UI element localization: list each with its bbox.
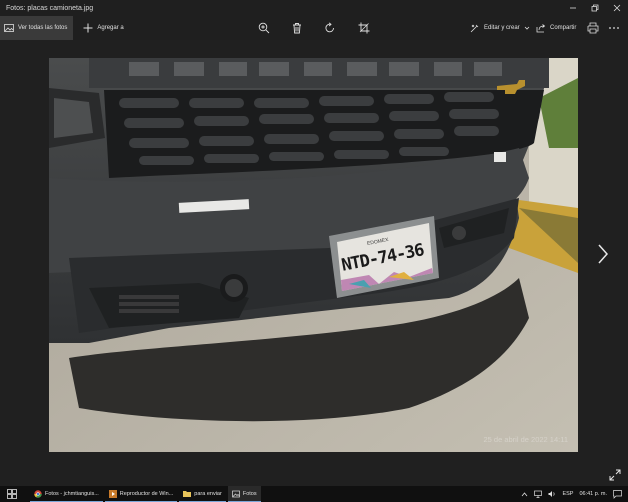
trash-icon bbox=[293, 23, 301, 34]
add-to-label: Agregar a bbox=[97, 25, 124, 31]
restore-button[interactable] bbox=[584, 0, 606, 16]
taskbar: Fotos - jchmtianguis... Reproductor de W… bbox=[0, 486, 628, 502]
photo-truck-plate: EDOMEX NTD-74-36 25 de abril de 2022 14:… bbox=[49, 58, 578, 452]
share-label: Compartir bbox=[550, 25, 577, 31]
plus-icon bbox=[83, 23, 93, 33]
crop-button[interactable] bbox=[356, 20, 372, 36]
taskbar-item-folder[interactable]: para enviar bbox=[179, 486, 226, 502]
zoom-in-icon bbox=[258, 22, 270, 34]
view-all-photos-label: Ver todas las fotos bbox=[18, 25, 68, 31]
print-icon bbox=[587, 22, 599, 34]
taskbar-item-label: Fotos bbox=[242, 490, 257, 497]
close-icon bbox=[613, 4, 621, 12]
window-title: Fotos: placas camioneta.jpg bbox=[6, 4, 94, 12]
add-to-button[interactable]: Agregar a bbox=[73, 23, 124, 33]
next-photo-button[interactable] bbox=[596, 243, 610, 265]
photos-icon bbox=[4, 24, 14, 32]
chrome-icon bbox=[34, 489, 42, 498]
minimize-button[interactable] bbox=[562, 0, 584, 16]
taskbar-item-label: Fotos - jchmtianguis... bbox=[45, 490, 99, 497]
share-icon bbox=[536, 24, 546, 33]
windows-icon bbox=[7, 489, 17, 499]
taskbar-item-photos[interactable]: Fotos bbox=[227, 486, 261, 502]
more-icon bbox=[609, 27, 619, 29]
rotate-button[interactable] bbox=[322, 20, 338, 36]
taskbar-item-label: para enviar bbox=[194, 490, 222, 497]
chevron-right-icon bbox=[598, 244, 609, 264]
view-all-photos-button[interactable]: Ver todas las fotos bbox=[0, 16, 74, 40]
minimize-icon bbox=[570, 7, 576, 9]
notifications-icon[interactable] bbox=[613, 489, 622, 499]
expand-icon bbox=[609, 469, 621, 481]
photos-app-icon bbox=[231, 490, 240, 497]
more-options-button[interactable] bbox=[606, 20, 622, 36]
edit-create-label: Editar y crear bbox=[484, 25, 520, 31]
toolbar: Ver todas las fotos Agregar a Editar y c… bbox=[0, 16, 628, 40]
fullscreen-button[interactable] bbox=[609, 468, 621, 481]
language-indicator[interactable]: ESP bbox=[562, 491, 573, 497]
network-icon[interactable] bbox=[534, 490, 543, 498]
edit-create-icon bbox=[470, 24, 479, 33]
window-controls bbox=[562, 0, 628, 16]
photo-date-stamp: 25 de abril de 2022 14:11 bbox=[483, 435, 568, 444]
taskbar-item-chrome[interactable]: Fotos - jchmtianguis... bbox=[30, 486, 103, 502]
share-button[interactable]: Compartir bbox=[536, 16, 576, 40]
chevron-up-icon[interactable] bbox=[521, 491, 528, 498]
start-button[interactable] bbox=[0, 486, 24, 502]
edit-create-button[interactable]: Editar y crear bbox=[470, 16, 530, 40]
close-button[interactable] bbox=[606, 0, 628, 16]
restore-icon bbox=[591, 4, 599, 12]
delete-button[interactable] bbox=[289, 20, 305, 36]
photo-viewer: EDOMEX NTD-74-36 25 de abril de 2022 14:… bbox=[0, 40, 628, 484]
volume-icon[interactable] bbox=[548, 490, 556, 498]
media-player-icon bbox=[108, 489, 117, 498]
print-button[interactable] bbox=[585, 20, 601, 36]
title-bar: Fotos: placas camioneta.jpg bbox=[0, 0, 628, 16]
crop-icon bbox=[358, 22, 370, 34]
rotate-icon bbox=[325, 22, 334, 33]
taskbar-item-media-player[interactable]: Reproductor de Win... bbox=[104, 486, 178, 502]
taskbar-item-label: Reproductor de Win... bbox=[119, 490, 174, 497]
clock[interactable]: 06:41 p. m. bbox=[579, 491, 607, 497]
folder-icon bbox=[183, 490, 192, 497]
zoom-button[interactable] bbox=[256, 20, 272, 36]
system-tray: ESP 06:41 p. m. bbox=[521, 486, 628, 502]
chevron-down-icon bbox=[524, 26, 529, 30]
